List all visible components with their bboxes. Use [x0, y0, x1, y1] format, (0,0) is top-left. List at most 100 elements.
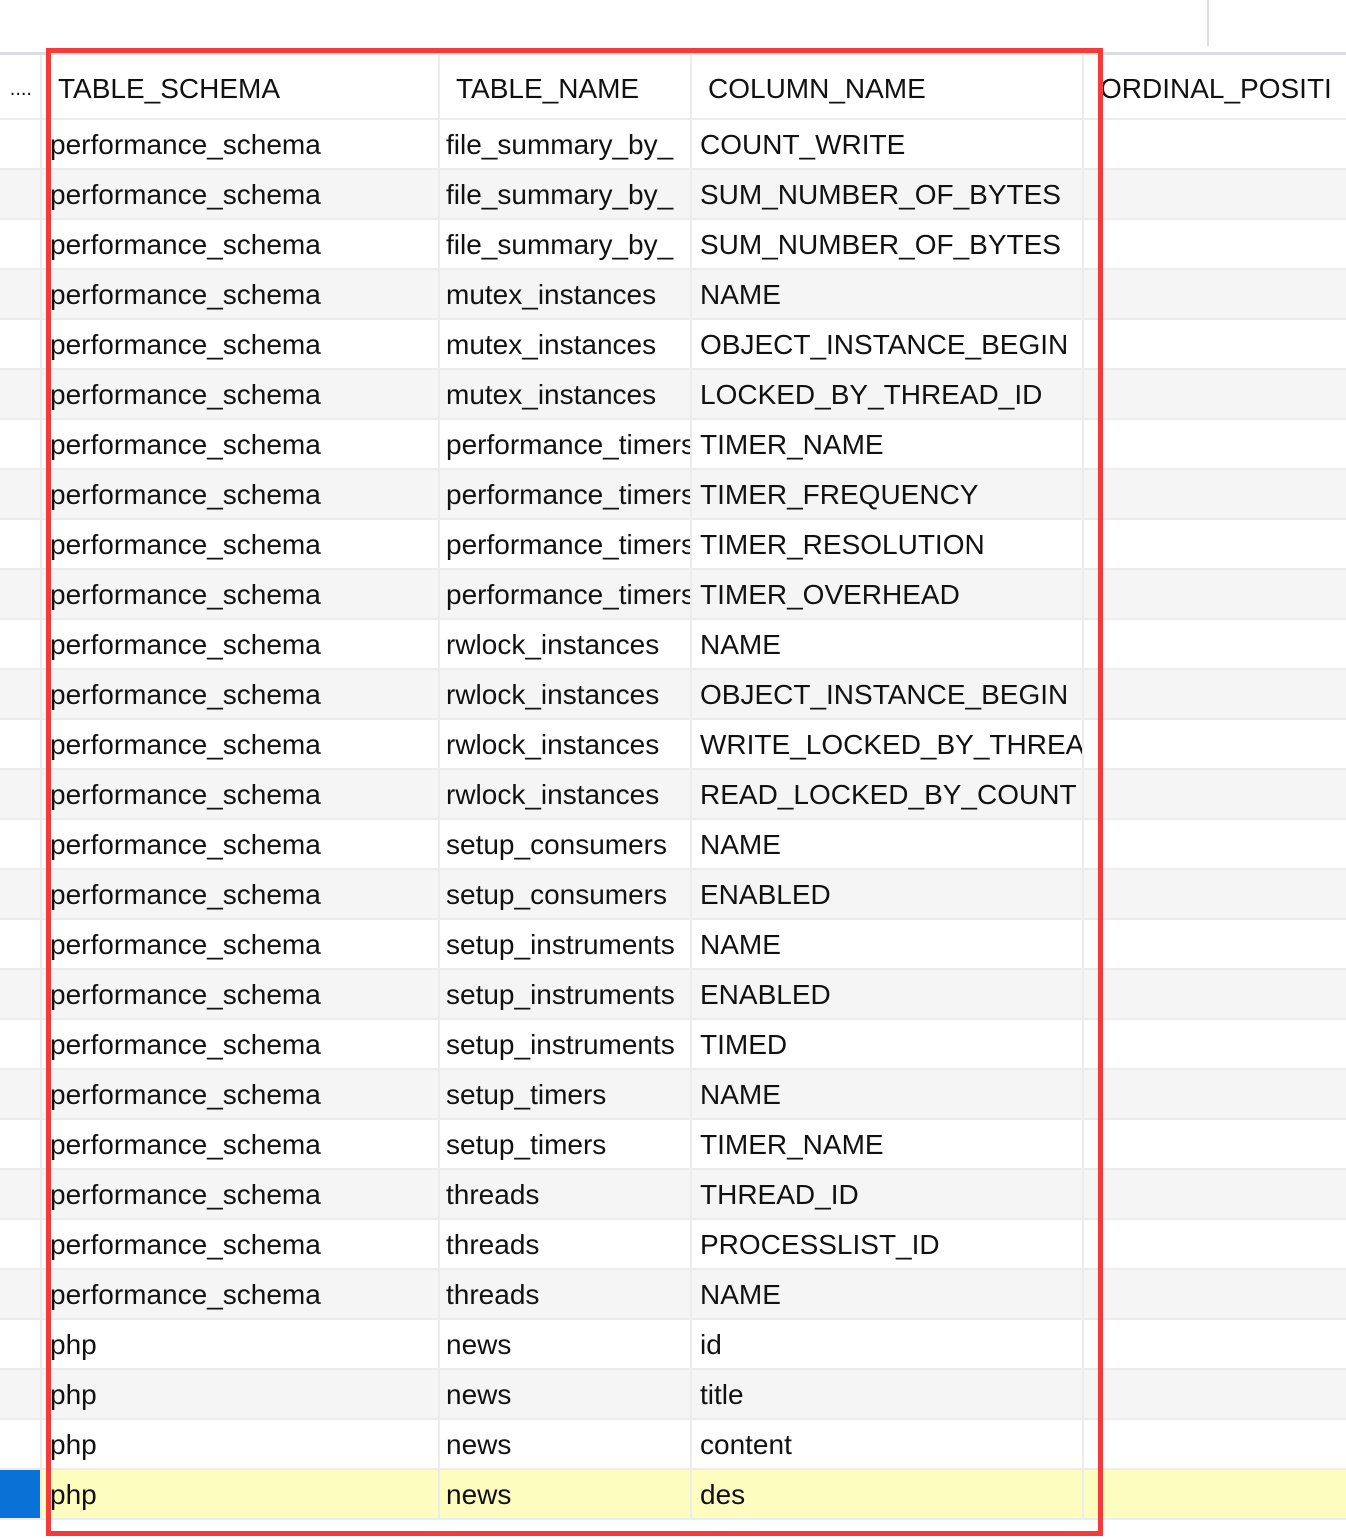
cell-column-name[interactable]: TIMER_OVERHEAD — [692, 570, 1084, 620]
cell-ordinal-position[interactable] — [1084, 820, 1346, 870]
cell-table-schema[interactable]: performance_schema — [42, 270, 440, 320]
cell-table-schema[interactable]: php — [42, 1320, 440, 1370]
cell-ordinal-position[interactable] — [1084, 320, 1346, 370]
cell-column-name[interactable]: title — [692, 1370, 1084, 1420]
cell-ordinal-position[interactable] — [1084, 870, 1346, 920]
cell-ordinal-position[interactable] — [1084, 370, 1346, 420]
cell-column-name[interactable]: ENABLED — [692, 870, 1084, 920]
cell-column-name[interactable]: SUM_NUMBER_OF_BYTES — [692, 170, 1084, 220]
cell-table-name[interactable]: file_summary_by_ — [440, 120, 692, 170]
row-selector[interactable] — [0, 1020, 42, 1070]
cell-table-name[interactable]: rwlock_instances — [440, 770, 692, 820]
row-selector[interactable] — [0, 270, 42, 320]
row-selector[interactable] — [0, 1370, 42, 1420]
row-number-header[interactable]: .... — [0, 55, 42, 120]
table-row[interactable]: php news id — [0, 1320, 1346, 1370]
table-row[interactable]: performance_schema rwlock_instances NAME — [0, 620, 1346, 670]
cell-column-name[interactable]: OBJECT_INSTANCE_BEGIN — [692, 320, 1084, 370]
cell-ordinal-position[interactable] — [1084, 1120, 1346, 1170]
cell-table-name[interactable]: threads — [440, 1220, 692, 1270]
cell-column-name[interactable]: NAME — [692, 270, 1084, 320]
cell-ordinal-position[interactable] — [1084, 520, 1346, 570]
cell-table-name[interactable]: setup_timers — [440, 1120, 692, 1170]
cell-table-name[interactable]: setup_instruments — [440, 970, 692, 1020]
cell-ordinal-position[interactable] — [1084, 420, 1346, 470]
cell-column-name[interactable]: NAME — [692, 1070, 1084, 1120]
row-selector[interactable] — [0, 1070, 42, 1120]
cell-column-name[interactable]: THREAD_ID — [692, 1170, 1084, 1220]
cell-table-schema[interactable]: php — [42, 1370, 440, 1420]
table-row[interactable]: performance_schema file_summary_by_ SUM_NU… — [0, 170, 1346, 220]
table-row[interactable]: performance_schema rwlock_instances OBJECT… — [0, 670, 1346, 720]
cell-ordinal-position[interactable] — [1084, 270, 1346, 320]
row-selector[interactable] — [0, 1170, 42, 1220]
cell-table-name[interactable]: rwlock_instances — [440, 720, 692, 770]
cell-column-name[interactable]: NAME — [692, 620, 1084, 670]
cell-ordinal-position[interactable] — [1084, 920, 1346, 970]
cell-column-name[interactable]: COUNT_WRITE — [692, 120, 1084, 170]
cell-ordinal-position[interactable] — [1084, 1070, 1346, 1120]
cell-table-name[interactable]: news — [440, 1420, 692, 1470]
cell-table-schema[interactable]: performance_schema — [42, 1170, 440, 1220]
cell-table-name[interactable]: news — [440, 1320, 692, 1370]
cell-table-schema[interactable]: performance_schema — [42, 220, 440, 270]
row-selector[interactable] — [0, 870, 42, 920]
cell-column-name[interactable]: LOCKED_BY_THREAD_ID — [692, 370, 1084, 420]
cell-table-schema[interactable]: performance_schema — [42, 870, 440, 920]
row-selector[interactable] — [0, 1470, 42, 1520]
cell-ordinal-position[interactable] — [1084, 1370, 1346, 1420]
cell-table-schema[interactable]: performance_schema — [42, 170, 440, 220]
table-row[interactable]: php news title — [0, 1370, 1346, 1420]
row-selector[interactable] — [0, 920, 42, 970]
column-header-table-schema[interactable]: TABLE_SCHEMA — [42, 55, 440, 120]
cell-table-name[interactable]: performance_timers — [440, 470, 692, 520]
table-row[interactable]: php news des — [0, 1470, 1346, 1520]
table-row[interactable]: performance_schema mutex_instances OBJECT_… — [0, 320, 1346, 370]
cell-table-name[interactable]: rwlock_instances — [440, 670, 692, 720]
cell-column-name[interactable]: READ_LOCKED_BY_COUNT — [692, 770, 1084, 820]
table-row[interactable]: performance_schema rwlock_instances WRITE_… — [0, 720, 1346, 770]
cell-table-schema[interactable]: performance_schema — [42, 720, 440, 770]
row-selector[interactable] — [0, 970, 42, 1020]
cell-ordinal-position[interactable] — [1084, 1470, 1346, 1520]
cell-ordinal-position[interactable] — [1084, 970, 1346, 1020]
cell-table-schema[interactable]: performance_schema — [42, 1120, 440, 1170]
cell-ordinal-position[interactable] — [1084, 470, 1346, 520]
cell-column-name[interactable]: NAME — [692, 1270, 1084, 1320]
cell-ordinal-position[interactable] — [1084, 120, 1346, 170]
table-row[interactable]: performance_schema performance_timers TIME… — [0, 420, 1346, 470]
cell-ordinal-position[interactable] — [1084, 220, 1346, 270]
cell-table-name[interactable]: setup_timers — [440, 1070, 692, 1120]
table-row[interactable]: performance_schema mutex_instances NAME — [0, 270, 1346, 320]
table-row[interactable]: performance_schema setup_instruments ENABL… — [0, 970, 1346, 1020]
cell-column-name[interactable]: ENABLED — [692, 970, 1084, 1020]
cell-table-name[interactable]: mutex_instances — [440, 370, 692, 420]
cell-table-schema[interactable]: performance_schema — [42, 520, 440, 570]
row-selector[interactable] — [0, 720, 42, 770]
table-row[interactable]: performance_schema rwlock_instances READ_L… — [0, 770, 1346, 820]
row-selector[interactable] — [0, 570, 42, 620]
table-row[interactable]: performance_schema file_summary_by_ SUM_NU… — [0, 220, 1346, 270]
column-header-column-name[interactable]: COLUMN_NAME — [692, 55, 1084, 120]
row-selector[interactable] — [0, 520, 42, 570]
cell-column-name[interactable]: TIMED — [692, 1020, 1084, 1070]
table-row[interactable]: performance_schema setup_consumers NAME — [0, 820, 1346, 870]
row-selector[interactable] — [0, 1120, 42, 1170]
row-selector[interactable] — [0, 1420, 42, 1470]
row-selector[interactable] — [0, 220, 42, 270]
cell-ordinal-position[interactable] — [1084, 1020, 1346, 1070]
cell-ordinal-position[interactable] — [1084, 1220, 1346, 1270]
cell-table-name[interactable]: setup_instruments — [440, 920, 692, 970]
cell-table-name[interactable]: file_summary_by_ — [440, 170, 692, 220]
table-row[interactable]: performance_schema setup_instruments NAME — [0, 920, 1346, 970]
cell-table-name[interactable]: file_summary_by_ — [440, 220, 692, 270]
cell-table-name[interactable]: setup_consumers — [440, 870, 692, 920]
cell-ordinal-position[interactable] — [1084, 1170, 1346, 1220]
cell-column-name[interactable]: TIMER_RESOLUTION — [692, 520, 1084, 570]
cell-ordinal-position[interactable] — [1084, 170, 1346, 220]
cell-column-name[interactable]: des — [692, 1470, 1084, 1520]
cell-table-schema[interactable]: performance_schema — [42, 1270, 440, 1320]
table-row[interactable]: performance_schema file_summary_by_ COUNT_… — [0, 120, 1346, 170]
cell-table-schema[interactable]: performance_schema — [42, 620, 440, 670]
cell-column-name[interactable]: TIMER_NAME — [692, 420, 1084, 470]
